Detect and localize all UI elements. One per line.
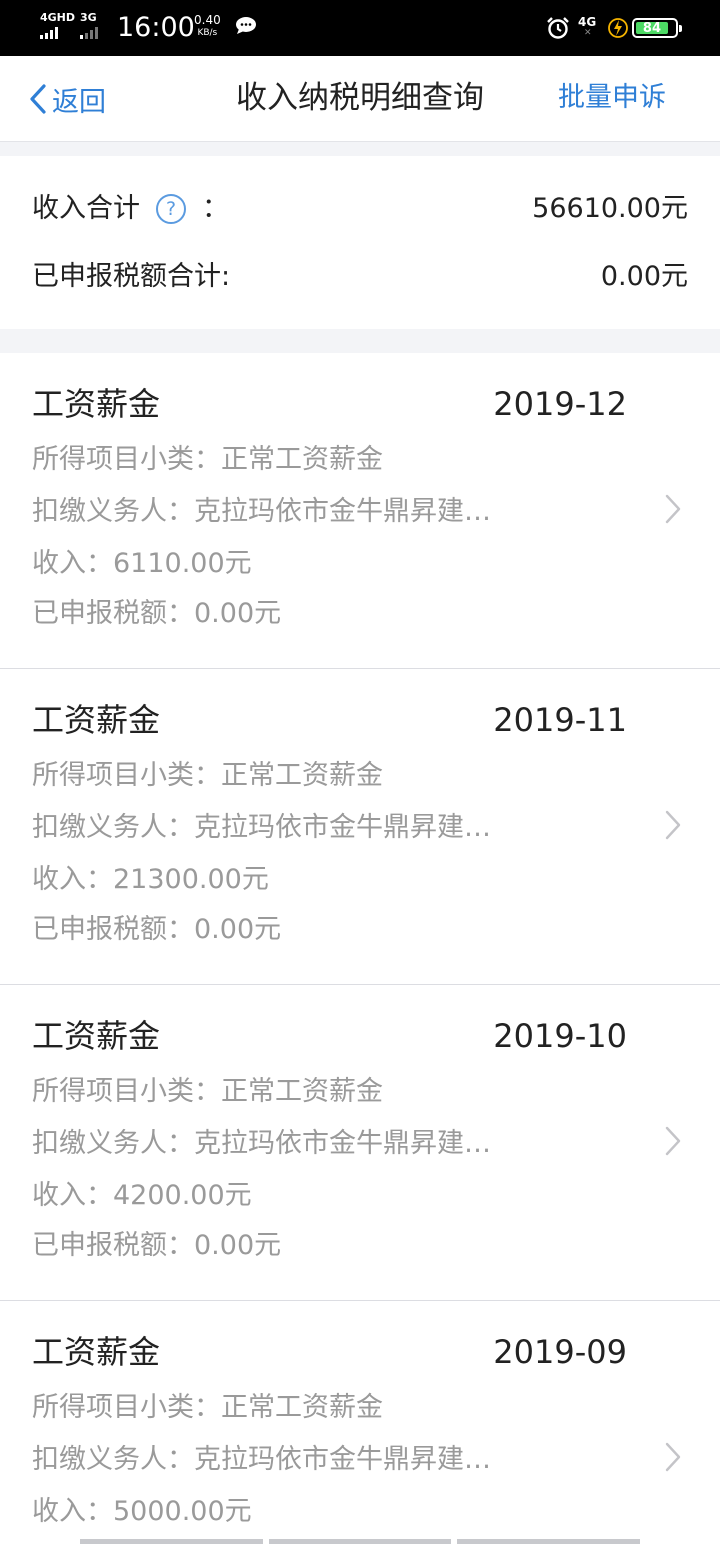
record-income: 收入：21300.00元: [32, 864, 269, 895]
income-total-value: 56610.00元: [532, 193, 688, 224]
chat-bubble-icon: [236, 17, 256, 34]
question-circle-icon[interactable]: ?: [156, 194, 186, 224]
scroll-indicator: [80, 1539, 641, 1544]
alarm-icon: [547, 17, 569, 39]
record-subcategory: 所得项目小类：正常工资薪金: [32, 1392, 383, 1423]
record-subcategory: 所得项目小类：正常工资薪金: [32, 1076, 383, 1107]
record-period: 2019-10: [493, 1017, 627, 1055]
record-type: 工资薪金: [32, 385, 161, 423]
battery-level: 84: [636, 22, 668, 35]
record-income: 收入：5000.00元: [32, 1496, 252, 1527]
record-tax: 已申报税额：0.00元: [32, 598, 282, 629]
network-speed-value: 0.40: [194, 13, 221, 27]
network-speed-unit: KB/s: [197, 28, 218, 38]
signal-icon: [40, 27, 58, 39]
record-withholder: 扣缴义务人：克拉玛依市金牛鼎昇建…: [32, 812, 491, 843]
record-subcategory: 所得项目小类：正常工资薪金: [32, 760, 383, 791]
record-type: 工资薪金: [32, 1017, 161, 1055]
network-label-4ghd: 4GHD: [40, 11, 76, 24]
record-item[interactable]: 工资薪金 2019-09 所得项目小类：正常工资薪金 扣缴义务人：克拉玛依市金牛…: [0, 1301, 720, 1544]
tax-total-value: 0.00元: [600, 261, 688, 292]
record-income: 收入：6110.00元: [32, 548, 252, 579]
record-withholder: 扣缴义务人：克拉玛依市金牛鼎昇建…: [32, 496, 491, 527]
record-tax: 已申报税额：0.00元: [32, 914, 282, 945]
network-4g-indicator: 4G ✕: [578, 15, 597, 38]
record-period: 2019-12: [493, 385, 627, 423]
income-total-colon: ：: [202, 193, 229, 224]
signal-icon-secondary: [80, 27, 98, 39]
record-period: 2019-11: [493, 701, 627, 739]
tax-total-label: 已申报税额合计:: [32, 261, 231, 292]
charging-icon: [608, 18, 628, 38]
record-period: 2019-09: [493, 1333, 627, 1371]
income-total-row: 收入合计 ? ： 56610.00元: [32, 191, 688, 227]
network-label-3g: 3G: [80, 11, 97, 24]
chevron-right-icon: [665, 810, 681, 840]
record-withholder: 扣缴义务人：克拉玛依市金牛鼎昇建…: [32, 1128, 491, 1159]
record-item[interactable]: 工资薪金 2019-10 所得项目小类：正常工资薪金 扣缴义务人：克拉玛依市金牛…: [0, 985, 720, 1301]
chevron-right-icon: [665, 1442, 681, 1472]
battery-icon: 84: [632, 18, 682, 38]
tax-total-row: 已申报税额合计: 0.00元: [32, 259, 688, 295]
clock: 16:00: [117, 12, 195, 43]
record-withholder: 扣缴义务人：克拉玛依市金牛鼎昇建…: [32, 1444, 491, 1475]
record-list: 工资薪金 2019-12 所得项目小类：正常工资薪金 扣缴义务人：克拉玛依市金牛…: [0, 353, 720, 1544]
nav-bar: 返回 收入纳税明细查询 批量申诉: [0, 56, 720, 142]
network-4g-label: 4G: [578, 15, 597, 29]
record-item[interactable]: 工资薪金 2019-11 所得项目小类：正常工资薪金 扣缴义务人：克拉玛依市金牛…: [0, 669, 720, 985]
summary-card: 收入合计 ? ： 56610.00元 已申报税额合计: 0.00元: [0, 156, 720, 329]
income-total-label: 收入合计: [32, 193, 140, 224]
record-income: 收入：4200.00元: [32, 1180, 252, 1211]
record-subcategory: 所得项目小类：正常工资薪金: [32, 444, 383, 475]
status-bar: 4GHD 3G 16:00 0.40 KB/s 4G ✕ 84: [0, 0, 720, 56]
record-item[interactable]: 工资薪金 2019-12 所得项目小类：正常工资薪金 扣缴义务人：克拉玛依市金牛…: [0, 353, 720, 669]
app-screen: 4GHD 3G 16:00 0.40 KB/s 4G ✕ 84 返回 收入纳税明…: [0, 0, 720, 1544]
network-speed: 0.40 KB/s: [194, 14, 221, 40]
record-type: 工资薪金: [32, 1333, 161, 1371]
record-tax: 已申报税额：0.00元: [32, 1230, 282, 1261]
batch-appeal-button[interactable]: 批量申诉: [558, 80, 666, 116]
chevron-right-icon: [665, 494, 681, 524]
record-type: 工资薪金: [32, 701, 161, 739]
chevron-right-icon: [665, 1126, 681, 1156]
